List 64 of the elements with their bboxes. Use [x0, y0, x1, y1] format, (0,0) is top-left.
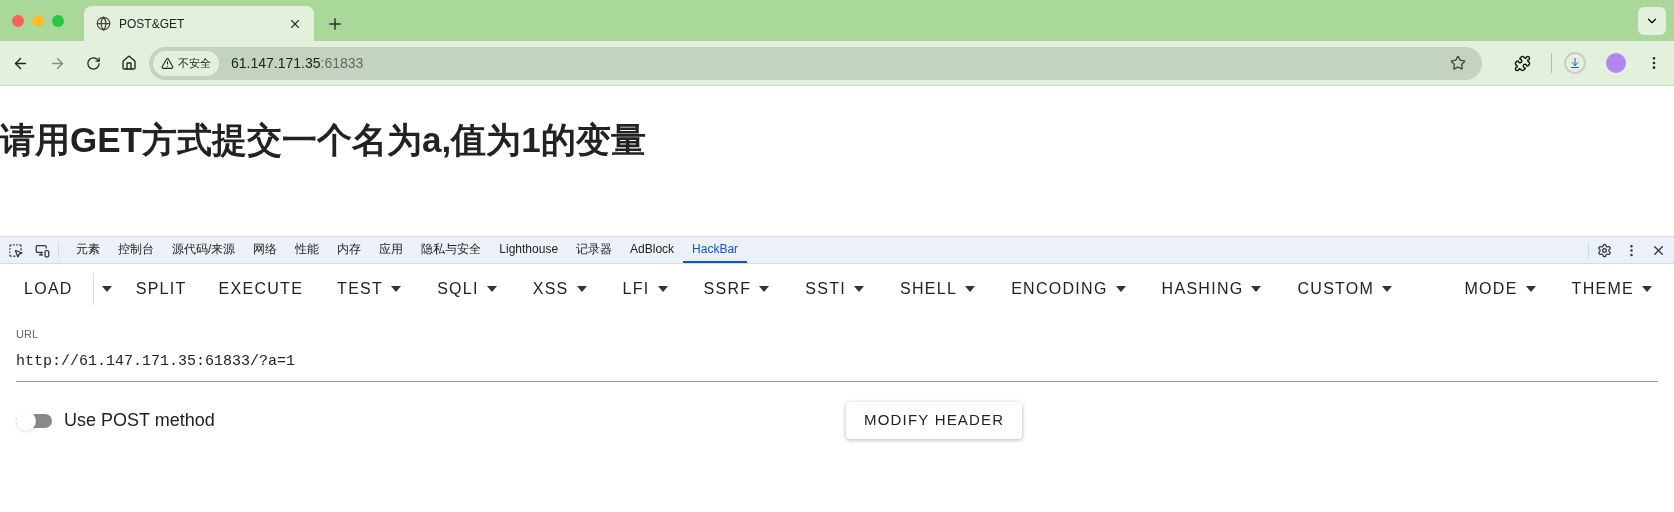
menu-button[interactable]: SPLIT — [119, 271, 203, 307]
reload-icon[interactable] — [86, 55, 101, 71]
caret-icon — [576, 286, 587, 292]
toggle-label: Use POST method — [64, 409, 215, 432]
caret-icon — [1115, 286, 1126, 292]
menu-button[interactable]: ENCODING — [993, 271, 1144, 307]
devtools-tab[interactable]: 隐私与安全 — [412, 237, 491, 263]
devtools-tab[interactable]: 元素 — [67, 237, 109, 263]
page-heading: 请用GET方式提交一个名为a,值为1的变量 — [0, 119, 647, 161]
url-label: URL — [16, 327, 39, 342]
new-tab-icon[interactable] — [326, 15, 344, 33]
caret-icon — [1382, 286, 1393, 292]
toggle-switch[interactable] — [16, 413, 52, 428]
address-bar[interactable]: 不安全 61.147.171.35:61833 — [149, 46, 1482, 80]
settings-icon[interactable] — [1597, 242, 1612, 258]
menu-button[interactable]: TEST — [319, 271, 420, 307]
security-chip[interactable]: 不安全 — [153, 50, 219, 76]
caret-icon — [965, 286, 976, 292]
inspect-icon[interactable] — [8, 242, 23, 258]
menu-button[interactable]: MODE — [1446, 271, 1554, 307]
warning-icon — [161, 56, 174, 70]
devtools-tab[interactable]: 内存 — [328, 237, 371, 263]
load-button[interactable]: LOAD — [4, 271, 93, 307]
menu-button[interactable]: THEME — [1553, 271, 1670, 307]
extensions-icon[interactable] — [1514, 54, 1531, 72]
caret-icon — [1525, 286, 1536, 292]
globe-icon — [96, 16, 111, 31]
caret-icon — [759, 286, 770, 292]
menu-button[interactable]: SSRF — [685, 271, 788, 307]
tab-title: POST&GET — [119, 15, 186, 33]
menu-button[interactable]: SHELL — [882, 271, 994, 307]
caret-icon — [101, 286, 112, 292]
menu-button[interactable]: EXECUTE — [202, 271, 320, 307]
url-value: http://61.147.171.35:61833/?a=1 — [16, 351, 297, 372]
devtools-tab[interactable]: 应用 — [370, 237, 413, 263]
devtools-tab[interactable]: 控制台 — [109, 237, 163, 263]
bookmark-star-icon[interactable] — [1450, 55, 1466, 71]
url-field[interactable]: URL http://61.147.171.35:61833/?a=1 — [16, 326, 1658, 382]
address-host: 61.147.171.35 — [231, 53, 321, 73]
caret-icon — [854, 286, 865, 292]
caret-icon — [1251, 286, 1262, 292]
menu-button[interactable]: CUSTOM — [1279, 271, 1411, 307]
menu-button[interactable]: SSTI — [787, 271, 883, 307]
modify-header-button[interactable]: MODIFY HEADER — [846, 402, 1023, 439]
devtools-tab[interactable]: 网络 — [244, 237, 287, 263]
devtools-tab[interactable]: 记录器 — [567, 237, 622, 263]
browser-tab[interactable]: POST&GET — [84, 6, 314, 41]
download-icon[interactable] — [1564, 52, 1586, 74]
caret-icon — [1642, 286, 1652, 292]
menu-button[interactable]: HASHING — [1143, 271, 1280, 307]
menu-button[interactable]: LFI — [604, 271, 686, 307]
devtools-tab[interactable]: Lighthouse — [490, 237, 568, 263]
devtools-tab[interactable]: HackBar — [683, 237, 748, 263]
caret-icon — [657, 286, 668, 292]
devtools-tab[interactable]: AdBlock — [621, 237, 684, 263]
address-port: :61833 — [320, 53, 364, 73]
devtools-tab[interactable]: 性能 — [286, 237, 329, 263]
device-toolbar-icon[interactable] — [35, 242, 50, 258]
caret-icon — [486, 286, 497, 292]
caret-icon — [391, 286, 402, 292]
devtools-tab[interactable]: 源代码/来源 — [163, 237, 245, 263]
menu-button[interactable]: SQLI — [419, 271, 515, 307]
menu-button[interactable]: XSS — [514, 271, 605, 307]
home-icon[interactable] — [121, 55, 137, 71]
